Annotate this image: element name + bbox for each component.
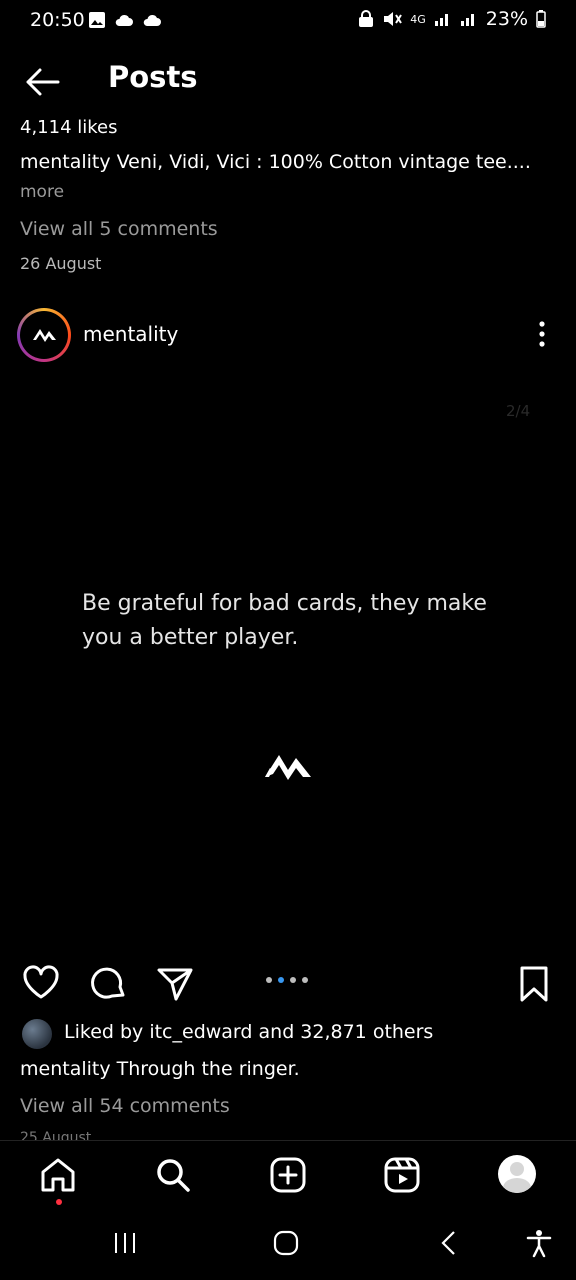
- post-date: 26 August: [20, 254, 102, 273]
- status-bar: 20:50 4G 23%: [0, 0, 576, 42]
- page-title: Posts: [108, 60, 198, 94]
- view-comments-link[interactable]: View all 5 comments: [20, 218, 218, 240]
- system-nav-bar: [0, 1210, 576, 1280]
- avatar[interactable]: [17, 308, 71, 362]
- view-comments-link[interactable]: View all 54 comments: [20, 1095, 230, 1117]
- send-icon[interactable]: [156, 965, 194, 1003]
- gallery-icon: [89, 12, 105, 28]
- nav-profile[interactable]: [498, 1155, 538, 1195]
- more-options-icon[interactable]: [528, 318, 556, 350]
- search-icon: [157, 1159, 190, 1192]
- post-date: 25 August: [20, 1130, 92, 1140]
- recent-apps-icon[interactable]: [112, 1230, 138, 1256]
- carousel-dot: [290, 977, 296, 983]
- nav-search[interactable]: [153, 1155, 193, 1195]
- likes-count[interactable]: 4,114 likes: [20, 117, 118, 138]
- signal-icon: [434, 14, 448, 26]
- mute-icon: [384, 12, 403, 26]
- bottom-nav: [0, 1140, 576, 1211]
- status-time: 20:50: [30, 9, 85, 31]
- accessibility-icon[interactable]: [524, 1228, 554, 1258]
- home-button-icon[interactable]: [272, 1229, 300, 1257]
- battery-percent: 23%: [485, 8, 528, 30]
- bookmark-icon[interactable]: [518, 965, 550, 1003]
- post-caption: mentality Veni, Vidi, Vici : 100% Cotton…: [20, 151, 531, 173]
- plus-square-icon: [270, 1157, 306, 1193]
- status-right-group: 4G 23%: [358, 8, 546, 30]
- nav-home[interactable]: [38, 1155, 78, 1205]
- comment-icon[interactable]: [90, 965, 128, 1003]
- cloud-icon: [115, 14, 133, 26]
- network-type: 4G: [410, 12, 426, 26]
- carousel-dot-active: [278, 977, 284, 983]
- notification-dot: [56, 1199, 62, 1205]
- reels-icon: [384, 1157, 420, 1193]
- nav-create[interactable]: [268, 1155, 308, 1195]
- post-image-text: Be grateful for bad cards, they make you…: [82, 591, 487, 650]
- carousel-pager: 2/4: [506, 402, 531, 420]
- liked-by-avatar[interactable]: [22, 1019, 52, 1049]
- brand-logo-icon: [33, 329, 56, 342]
- post-username[interactable]: mentality: [83, 322, 178, 346]
- home-icon: [41, 1158, 75, 1192]
- lock-icon: [359, 10, 374, 27]
- nav-reels[interactable]: [382, 1155, 422, 1195]
- more-link[interactable]: more: [20, 182, 64, 202]
- signal-icon: [460, 14, 474, 26]
- heart-icon[interactable]: [22, 965, 60, 1001]
- carousel-dot: [266, 977, 272, 983]
- back-button-icon[interactable]: [436, 1229, 462, 1257]
- post-actions-bar: [0, 962, 576, 1006]
- cloud-icon: [143, 14, 161, 26]
- profile-icon: [498, 1155, 536, 1193]
- liked-by-text[interactable]: Liked by itc_edward and 32,871 others: [64, 1021, 433, 1043]
- post-caption: mentality Through the ringer.: [20, 1058, 300, 1080]
- brand-logo-icon: [265, 755, 311, 780]
- status-notification-icons: [88, 11, 162, 29]
- carousel-dot: [302, 977, 308, 983]
- battery-icon: [536, 10, 546, 28]
- back-arrow-icon[interactable]: [22, 62, 62, 102]
- carousel-indicator: [266, 977, 308, 983]
